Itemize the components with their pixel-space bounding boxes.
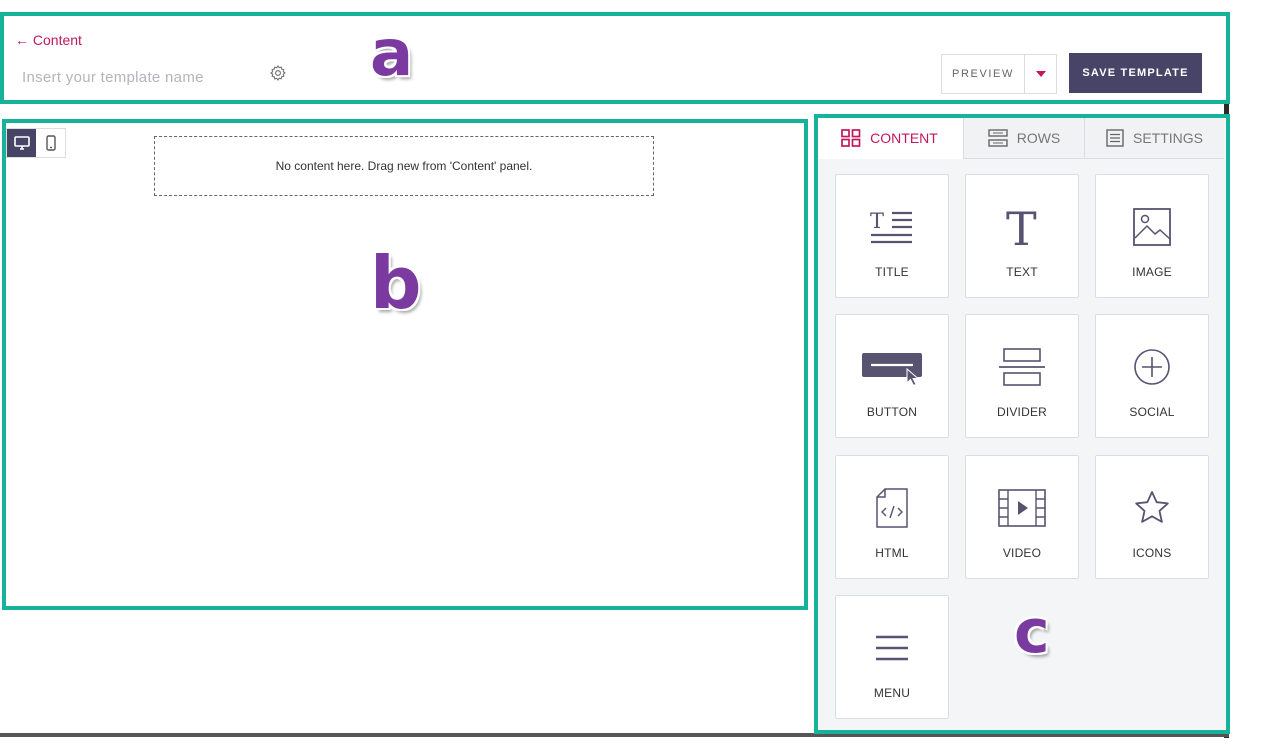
annotation-box-b: [2, 119, 808, 610]
annotation-label-b: b: [370, 241, 422, 325]
email-canvas[interactable]: No content here. Drag new from 'Content'…: [0, 117, 810, 610]
annotation-label-a: a: [370, 17, 414, 91]
annotation-label-c: c: [1014, 597, 1050, 667]
annotation-box-a: [0, 12, 1230, 104]
content-panel: CONTENT ROWS SETTINGS T TITLE T TEXT IMA…: [814, 114, 1230, 734]
template-header: ← Content PREVIEW SAVE TEMPLATE a: [0, 12, 1230, 104]
